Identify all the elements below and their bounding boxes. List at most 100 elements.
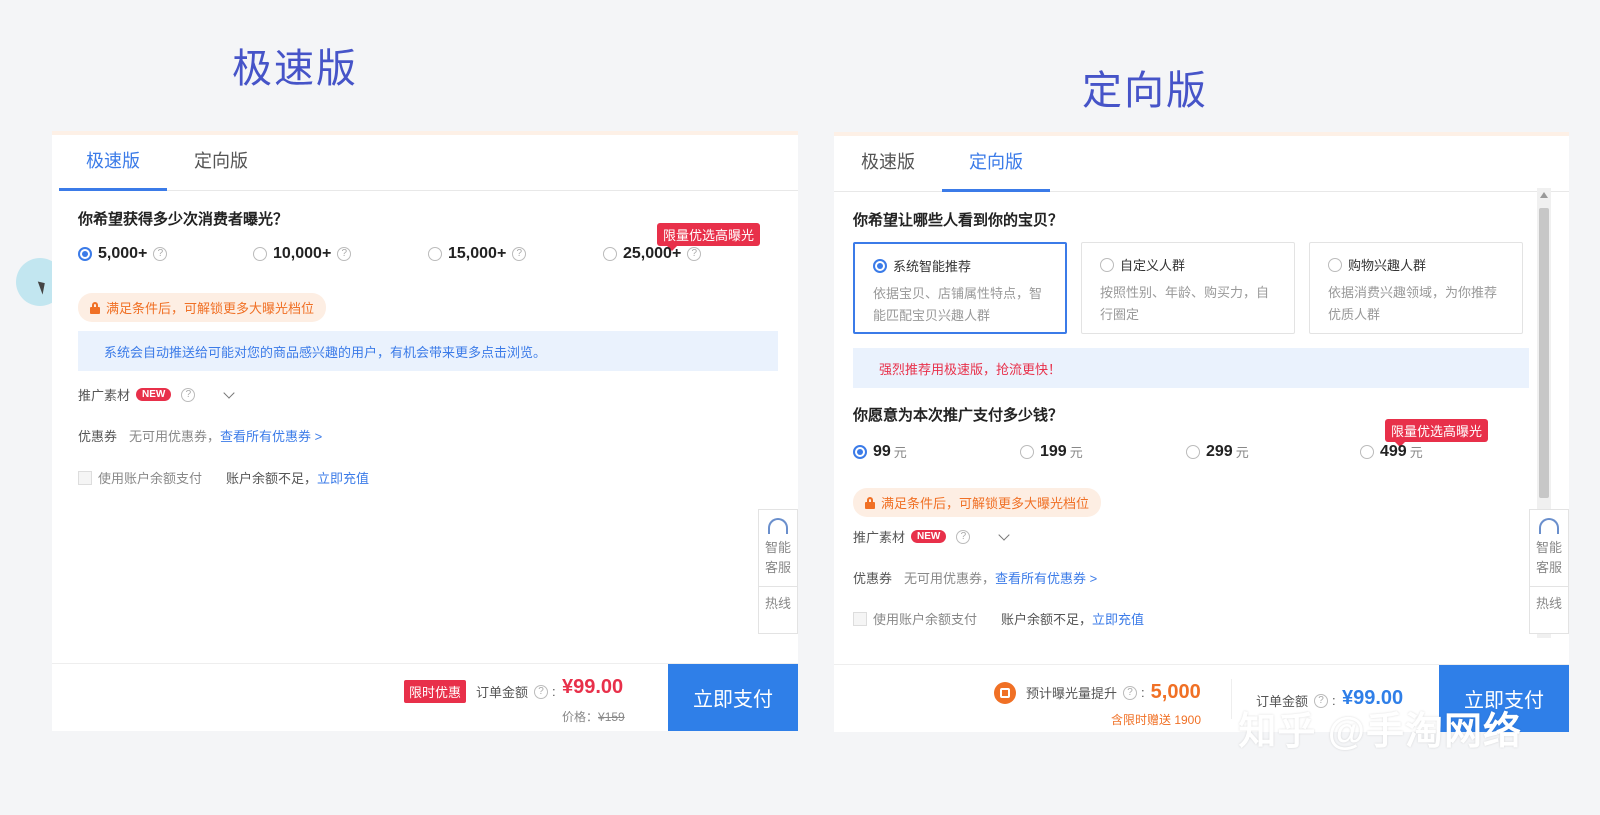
radio-checked-icon bbox=[78, 247, 92, 261]
material-row[interactable]: 推广素材 NEW ? bbox=[853, 527, 1011, 546]
help-icon: ? bbox=[1123, 685, 1138, 700]
order-amount: ¥99.00 bbox=[562, 676, 624, 698]
radio-checked-icon bbox=[853, 444, 867, 459]
exposure-icon bbox=[994, 681, 1016, 704]
tab-express[interactable]: 极速版 bbox=[59, 135, 167, 191]
help-icon: ? bbox=[153, 247, 168, 261]
coupon-label: 优惠券 bbox=[853, 571, 893, 586]
chevron-down-icon[interactable] bbox=[223, 386, 236, 399]
help-label-1: 智能 bbox=[1535, 540, 1562, 555]
info-bar: 系统会自动推送给可能对您的商品感兴趣的用户，有机会带来更多点击浏览。 bbox=[78, 331, 778, 371]
amount-unit: 元 bbox=[1235, 445, 1249, 460]
help-label-1: 智能 bbox=[764, 540, 791, 555]
tab-express[interactable]: 极速版 bbox=[834, 136, 942, 192]
amount-label: 99 bbox=[873, 442, 891, 460]
recommend-tip: 强烈推荐用极速版，抢流更快！ bbox=[853, 348, 1529, 388]
budget-option-499[interactable]: 499 元 bbox=[1360, 442, 1423, 461]
coupon-row: 优惠券 无可用优惠券， 查看所有优惠券 > bbox=[78, 426, 322, 445]
pay-now-button[interactable]: 立即支付 bbox=[668, 664, 798, 731]
option-label: 10,000+ bbox=[273, 245, 332, 262]
option-label: 15,000+ bbox=[448, 245, 507, 262]
side-help-widget[interactable]: 智能 客服 热线 bbox=[1529, 509, 1569, 634]
unlock-tip: 满足条件后，可解锁更多大曝光档位 bbox=[78, 293, 327, 322]
hot-badge: 限量优选高曝光 bbox=[1385, 419, 1489, 447]
card-desc: 依据消费兴趣领域，为你推荐优质人群 bbox=[1328, 285, 1498, 322]
amount-label: 199 bbox=[1040, 442, 1067, 460]
tab-targeted[interactable]: 定向版 bbox=[167, 135, 275, 191]
new-badge: NEW bbox=[136, 388, 172, 401]
audience-card-custom[interactable]: 自定义人群 按照性别、年龄、购买力，自行圈定 bbox=[1081, 242, 1295, 334]
recharge-link[interactable]: 立即充值 bbox=[317, 468, 369, 487]
card-title: 购物兴趣人群 bbox=[1348, 258, 1427, 273]
exposure-value: 5,000 bbox=[1150, 681, 1201, 703]
audience-cards: 系统智能推荐 依据宝贝、店铺属性特点，智能匹配宝贝兴趣人群 自定义人群 按照性别… bbox=[853, 242, 1523, 334]
option-label: 25,000+ bbox=[623, 245, 682, 262]
exposure-label: 预计曝光量提升 bbox=[1026, 686, 1118, 701]
radio-icon bbox=[1328, 257, 1342, 272]
original-price-row: 价格： ¥159 bbox=[562, 708, 625, 725]
help-icon: ? bbox=[337, 247, 352, 261]
headset-icon bbox=[1539, 518, 1559, 534]
targeted-panel: 极速版 定向版 你希望让哪些人看到你的宝贝？ 系统智能推荐 依据宝贝、店铺属性特… bbox=[834, 132, 1569, 732]
chevron-down-icon[interactable] bbox=[998, 528, 1011, 541]
amount-label: 499 bbox=[1380, 442, 1407, 460]
hotline-label[interactable]: 热线 bbox=[1530, 586, 1568, 612]
budget-option-99[interactable]: 99 元 bbox=[853, 442, 907, 461]
tab-targeted[interactable]: 定向版 bbox=[942, 136, 1050, 192]
lock-icon bbox=[90, 301, 100, 314]
radio-icon bbox=[428, 247, 442, 261]
material-label: 推广素材 bbox=[853, 530, 906, 545]
audience-card-smart[interactable]: 系统智能推荐 依据宝贝、店铺属性特点，智能匹配宝贝兴趣人群 bbox=[853, 242, 1067, 334]
budget-option-199[interactable]: 199 元 bbox=[1020, 442, 1083, 461]
footer-divider bbox=[1231, 679, 1232, 719]
audience-question: 你希望让哪些人看到你的宝贝？ bbox=[853, 212, 1064, 229]
hot-badge: 限量优选高曝光 bbox=[657, 223, 761, 251]
unlock-tip-text: 满足条件后，可解锁更多大曝光档位 bbox=[106, 301, 315, 316]
option-label: 5,000+ bbox=[98, 245, 148, 262]
balance-checkbox[interactable] bbox=[853, 611, 867, 626]
coupon-label: 优惠券 bbox=[78, 429, 118, 444]
side-help-widget[interactable]: 智能 客服 热线 bbox=[758, 509, 798, 634]
scroll-thumb[interactable] bbox=[1539, 208, 1549, 498]
headset-icon bbox=[768, 518, 788, 534]
express-panel: 极速版 定向版 你希望获得多少次消费者曝光？ 限量优选高曝光 5,000+ ? … bbox=[52, 131, 798, 731]
exposure-option-25000[interactable]: 25,000+ ? bbox=[603, 245, 702, 263]
help-icon: ? bbox=[687, 247, 702, 261]
radio-icon bbox=[1100, 257, 1114, 272]
balance-row: 使用账户余额支付 账户余额不足， 立即充值 bbox=[78, 468, 369, 487]
limited-offer-tag: 限时优惠 bbox=[404, 680, 467, 703]
balance-checkbox[interactable] bbox=[78, 470, 92, 485]
lock-icon bbox=[865, 496, 875, 509]
exposure-option-5000[interactable]: 5,000+ ? bbox=[78, 245, 168, 263]
radio-icon bbox=[1360, 444, 1374, 459]
hotline-label[interactable]: 热线 bbox=[759, 586, 797, 612]
card-desc: 依据宝贝、店铺属性特点，智能匹配宝贝兴趣人群 bbox=[873, 286, 1043, 323]
order-label-text: 订单金额 bbox=[476, 685, 529, 700]
card-desc: 按照性别、年龄、购买力，自行圈定 bbox=[1100, 285, 1270, 322]
view-coupons-link[interactable]: 查看所有优惠券 > bbox=[995, 568, 1097, 587]
scroll-up-icon[interactable] bbox=[1540, 192, 1548, 198]
view-coupons-link[interactable]: 查看所有优惠券 > bbox=[220, 426, 322, 445]
exposure-option-10000[interactable]: 10,000+ ? bbox=[253, 245, 352, 263]
new-badge: NEW bbox=[911, 530, 947, 543]
budget-option-299[interactable]: 299 元 bbox=[1186, 442, 1249, 461]
help-icon: ? bbox=[956, 529, 971, 544]
balance-row: 使用账户余额支付 账户余额不足， 立即充值 bbox=[853, 609, 1144, 628]
radio-icon bbox=[1020, 444, 1034, 459]
exposure-option-15000[interactable]: 15,000+ ? bbox=[428, 245, 527, 263]
tab-bar: 极速版 定向版 bbox=[59, 135, 798, 191]
audience-card-interest[interactable]: 购物兴趣人群 依据消费兴趣领域，为你推荐优质人群 bbox=[1309, 242, 1523, 334]
amount-unit: 元 bbox=[1409, 445, 1423, 460]
original-price-label: 价格： bbox=[562, 710, 599, 724]
unlock-tip: 满足条件后，可解锁更多大曝光档位 bbox=[853, 488, 1102, 517]
help-icon: ? bbox=[181, 387, 196, 402]
material-label: 推广素材 bbox=[78, 388, 131, 403]
order-amount-label: 订单金额 ? : bbox=[476, 684, 556, 700]
help-icon: ? bbox=[534, 684, 549, 699]
recharge-link[interactable]: 立即充值 bbox=[1092, 609, 1144, 628]
coupon-row: 优惠券 无可用优惠券， 查看所有优惠券 > bbox=[853, 568, 1097, 587]
radio-icon bbox=[253, 247, 267, 261]
exposure-gift: 含限时赠送 1900 bbox=[1111, 713, 1202, 727]
amount-label: 299 bbox=[1206, 442, 1233, 460]
material-row[interactable]: 推广素材 NEW ? bbox=[78, 385, 236, 404]
